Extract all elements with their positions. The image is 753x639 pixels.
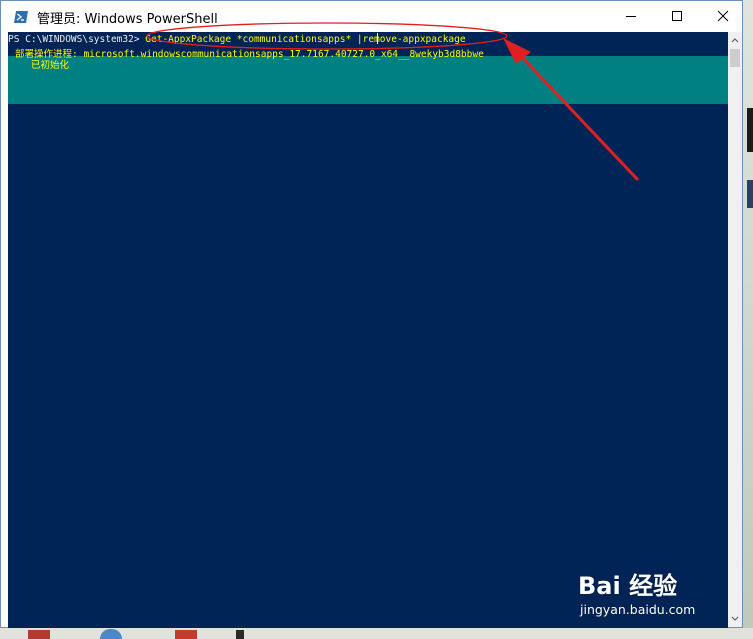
desktop-window-fragment — [747, 108, 753, 152]
scroll-down-button[interactable] — [728, 611, 742, 627]
minimize-icon — [626, 16, 636, 17]
command-text: Get-AppxPackage *communicationsapps* |re… — [145, 34, 466, 45]
desktop-icon[interactable] — [28, 630, 50, 639]
desktop-background-right — [743, 0, 753, 639]
watermark-url: jingyan.baidu.com — [580, 602, 696, 617]
powershell-window: 管理员: Windows PowerShell PS C:\WINDOWS\sy… — [0, 0, 743, 628]
baidu-jingyan-watermark: Bai 经验 jingyan.baidu.com — [578, 566, 718, 622]
prompt-text: PS C:\WINDOWS\system32> — [8, 34, 146, 45]
text-cursor — [377, 33, 378, 44]
powershell-icon[interactable] — [13, 9, 29, 25]
chevron-down-icon — [731, 616, 739, 621]
desktop-window-fragment — [747, 180, 753, 208]
progress-state-line: 已初始化 — [31, 60, 70, 71]
watermark-logo: Bai 经验 — [578, 572, 678, 600]
desktop-icon[interactable] — [175, 630, 197, 639]
desktop-background-bottom — [0, 628, 753, 639]
desktop-icon[interactable] — [100, 629, 122, 639]
progress-status-line: 部署操作进程: microsoft.windowscommunicationsa… — [15, 49, 484, 60]
maximize-button[interactable] — [654, 1, 700, 31]
close-button[interactable] — [700, 1, 746, 31]
progress-panel — [8, 56, 728, 104]
vertical-scrollbar[interactable] — [728, 32, 742, 627]
scroll-up-button[interactable] — [728, 32, 742, 48]
window-title: 管理员: Windows PowerShell — [37, 12, 218, 27]
scroll-thumb[interactable] — [730, 49, 740, 67]
maximize-icon — [672, 11, 682, 21]
title-bar[interactable]: 管理员: Windows PowerShell — [1, 1, 742, 32]
console-output[interactable]: PS C:\WINDOWS\system32> Get-AppxPackage … — [8, 32, 728, 628]
chevron-up-icon — [731, 38, 739, 43]
command-line: PS C:\WINDOWS\system32> Get-AppxPackage … — [8, 34, 466, 45]
close-icon — [717, 10, 729, 22]
desktop-icon[interactable] — [236, 630, 244, 639]
minimize-button[interactable] — [608, 1, 654, 31]
